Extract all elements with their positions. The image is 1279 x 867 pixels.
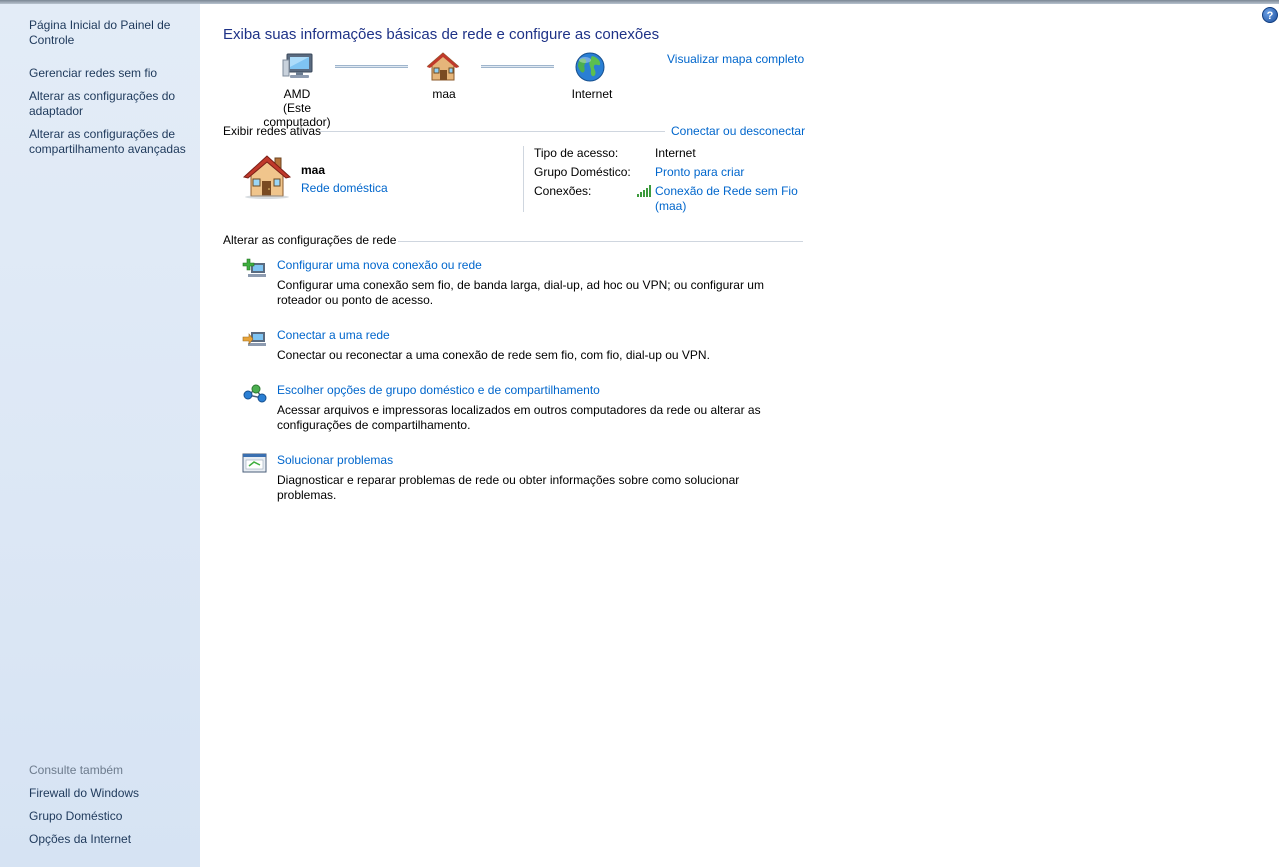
- active-networks-heading: Exibir redes ativas: [223, 124, 322, 138]
- details-separator: [523, 146, 524, 212]
- map-connector-2: [481, 65, 554, 68]
- wireless-connection-link[interactable]: Conexão de Rede sem Fio (maa): [655, 184, 798, 214]
- map-node-computer: AMD (Este computador): [248, 87, 346, 129]
- page-title: Exiba suas informações básicas de rede e…: [223, 26, 660, 43]
- task-troubleshoot-description: Diagnosticar e reparar problemas de rede…: [277, 473, 740, 502]
- task-homegroup-sharing-link[interactable]: Escolher opções de grupo doméstico e de …: [277, 383, 600, 397]
- map-node-computer-label: AMD: [283, 87, 311, 101]
- homegroup-sharing-icon: [243, 384, 267, 403]
- sidebar-item-adapter-settings[interactable]: Alterar as configurações do adaptador: [29, 89, 194, 119]
- see-also-heading: Consulte também: [29, 763, 124, 777]
- computer-icon: [282, 53, 313, 78]
- homegroup-label: Grupo Doméstico:: [534, 165, 631, 179]
- home-network-icon[interactable]: [426, 51, 460, 83]
- sidebar-item-control-panel-home[interactable]: Página Inicial do Painel de Controle: [29, 18, 194, 48]
- connect-disconnect-link[interactable]: Conectar ou desconectar: [671, 124, 805, 138]
- troubleshoot-icon: [242, 453, 267, 473]
- task-new-connection-link[interactable]: Configurar uma nova conexão ou rede: [277, 258, 482, 272]
- task-new-connection-description: Configurar uma conexão sem fio, de banda…: [277, 278, 764, 307]
- house-icon[interactable]: [242, 154, 292, 200]
- wireless-connection-ssid: (maa): [655, 199, 687, 213]
- sidebar: Página Inicial do Painel de Controle Ger…: [0, 4, 200, 867]
- wireless-signal-icon: [637, 185, 651, 197]
- task-connect-network-link[interactable]: Conectar a uma rede: [277, 328, 390, 342]
- network-type-link[interactable]: Rede doméstica: [301, 181, 388, 195]
- sidebar-item-advanced-sharing[interactable]: Alterar as configurações de compartilham…: [29, 127, 194, 157]
- sidebar-item-homegroup[interactable]: Grupo Doméstico: [29, 809, 194, 824]
- access-type-label: Tipo de acesso:: [534, 146, 619, 160]
- new-connection-icon: [242, 258, 266, 277]
- task-connect-network-description: Conectar ou reconectar a uma conexão de …: [277, 348, 710, 362]
- map-node-home-label: maa: [432, 87, 456, 101]
- view-full-map-link[interactable]: Visualizar mapa completo: [667, 52, 804, 66]
- sidebar-item-manage-wireless[interactable]: Gerenciar redes sem fio: [29, 66, 194, 81]
- change-settings-divider: [398, 241, 803, 242]
- wireless-connection-name: Conexão de Rede sem Fio: [655, 184, 798, 198]
- active-network-name: maa: [301, 163, 326, 177]
- globe-icon[interactable]: [573, 51, 607, 83]
- change-settings-heading: Alterar as configurações de rede: [223, 233, 397, 247]
- task-homegroup-sharing-description: Acessar arquivos e impressoras localizad…: [277, 403, 761, 432]
- connections-label: Conexões:: [534, 184, 592, 198]
- task-troubleshoot-link[interactable]: Solucionar problemas: [277, 453, 393, 467]
- homegroup-ready-link[interactable]: Pronto para criar: [655, 165, 744, 179]
- active-networks-divider: [320, 131, 665, 132]
- map-connector-1: [335, 65, 408, 68]
- map-node-internet-label: Internet: [571, 87, 613, 101]
- sidebar-item-internet-options[interactable]: Opções da Internet: [29, 832, 194, 847]
- help-icon[interactable]: ?: [1262, 7, 1278, 23]
- connect-network-icon: [242, 332, 266, 346]
- access-type-value: Internet: [655, 146, 696, 160]
- sidebar-item-windows-firewall[interactable]: Firewall do Windows: [29, 786, 194, 801]
